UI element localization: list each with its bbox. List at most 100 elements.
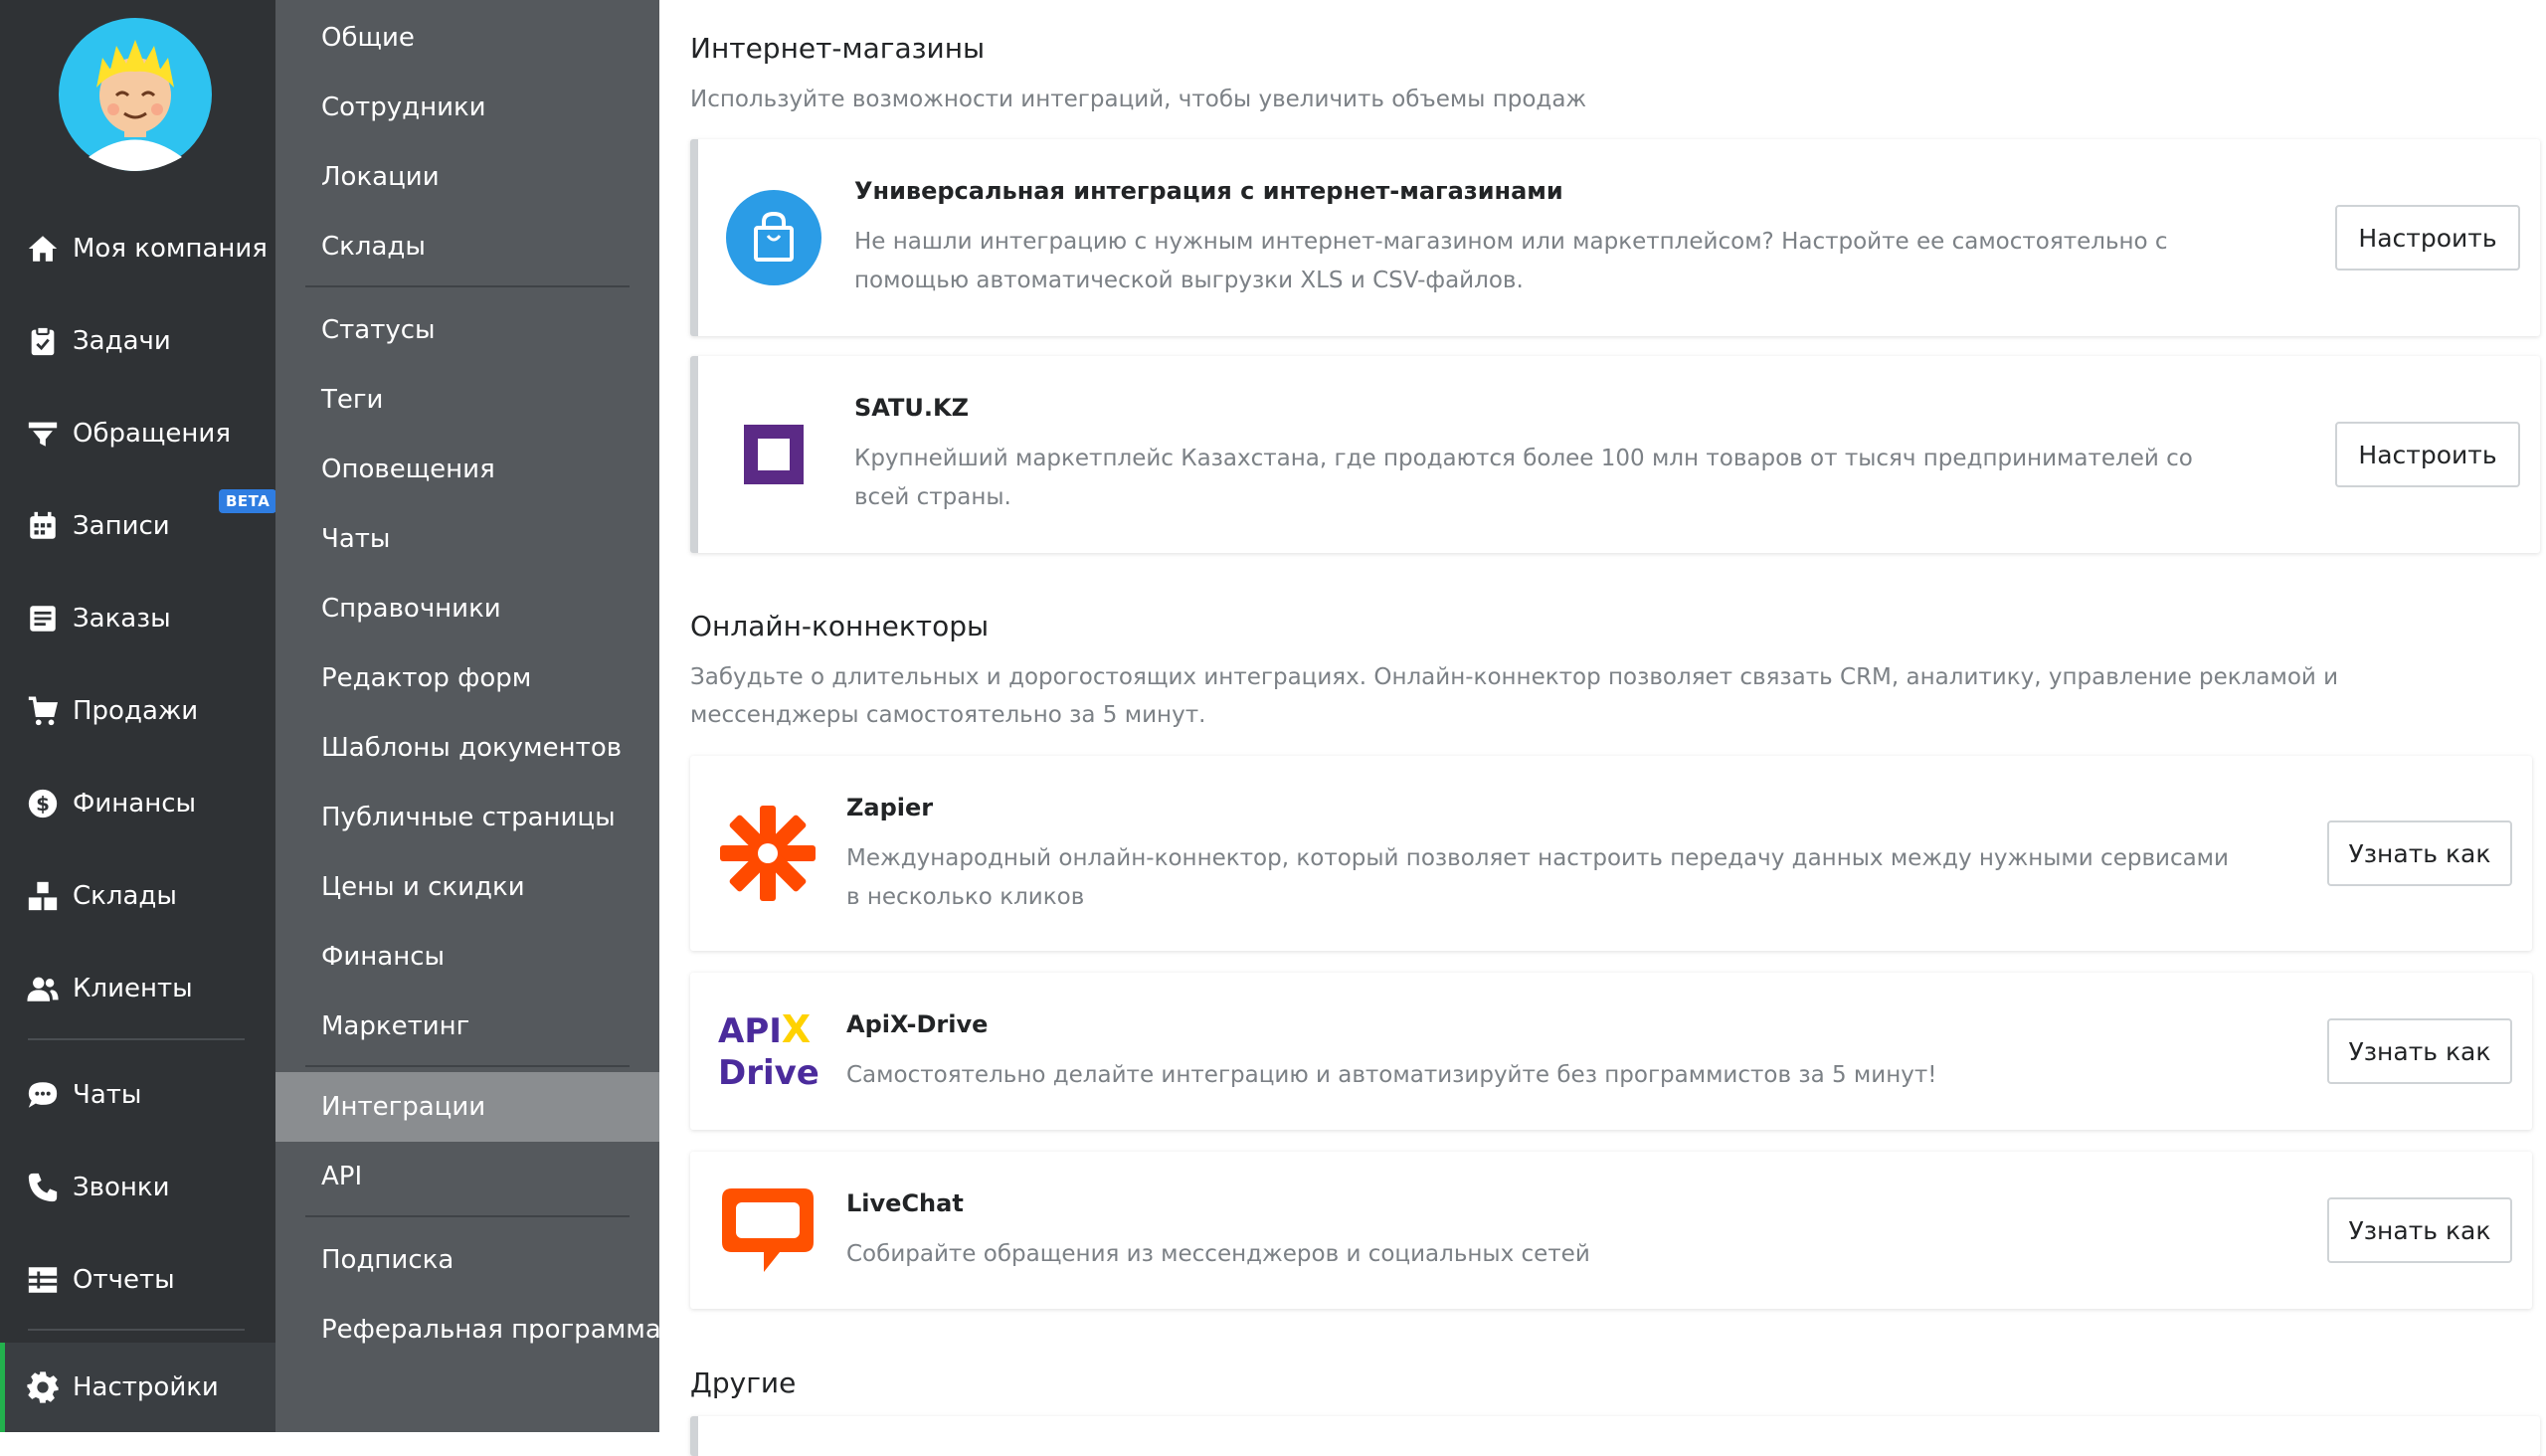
settings-item-label: Финансы <box>321 942 446 972</box>
nav-item-warehouses[interactable]: Склады <box>0 860 275 932</box>
settings-item-label: Публичные страницы <box>321 803 616 832</box>
settings-item-chats[interactable]: Чаты <box>275 504 659 574</box>
users-icon <box>27 977 59 1001</box>
cart-icon <box>28 696 59 726</box>
configure-button[interactable]: Настроить <box>2335 422 2520 487</box>
dollar-icon: $ <box>28 789 58 819</box>
settings-item-general[interactable]: Общие <box>275 3 659 73</box>
settings-item-statuses[interactable]: Статусы <box>275 295 659 365</box>
settings-item-referral[interactable]: Реферальная программа <box>275 1295 661 1365</box>
settings-item-locations[interactable]: Локации <box>275 142 659 212</box>
settings-item-notifications[interactable]: Оповещения <box>275 435 659 504</box>
learn-how-button[interactable]: Узнать как <box>2327 820 2512 886</box>
settings-divider <box>305 1215 630 1217</box>
nav-label: Продажи <box>73 696 199 726</box>
settings-item-warehouses[interactable]: Склады <box>275 212 659 281</box>
settings-item-label: Шаблоны документов <box>321 733 623 763</box>
boxes-icon <box>28 881 58 911</box>
nav-item-tasks[interactable]: Задачи <box>0 305 275 377</box>
orders-icon <box>30 606 56 632</box>
integration-card-zapier: Zapier Международный онлайн-коннектор, к… <box>690 756 2532 951</box>
avatar[interactable] <box>59 18 212 171</box>
nav-item-reports[interactable]: Отчеты <box>0 1244 275 1316</box>
settings-item-label: Цены и скидки <box>321 872 525 902</box>
nav-item-sales[interactable]: Продажи <box>0 675 275 747</box>
livechat-logo-icon <box>722 1188 814 1272</box>
nav-label: Отчеты <box>73 1265 175 1295</box>
nav-label: Чаты <box>73 1080 142 1110</box>
apix-drive-logo: APIX Drive <box>718 1007 819 1093</box>
nav-label: Клиенты <box>73 974 193 1003</box>
settings-item-public-pages[interactable]: Публичные страницы <box>275 783 659 852</box>
calendar-icon <box>30 511 56 539</box>
nav-item-clients[interactable]: Клиенты <box>0 953 275 1024</box>
settings-item-label: Локации <box>321 162 440 192</box>
settings-item-doc-templates[interactable]: Шаблоны документов <box>275 713 659 783</box>
integrations-content: Интернет-магазины Используйте возможност… <box>659 0 2546 1456</box>
settings-item-label: Подписка <box>321 1245 455 1275</box>
gear-icon <box>27 1371 59 1403</box>
nav-item-finance[interactable]: $ Финансы <box>0 768 275 839</box>
settings-item-label: Теги <box>321 385 384 415</box>
section-desc-connectors: Забудьте о длительных и дорогостоящих ин… <box>690 664 2339 728</box>
nav-item-calls[interactable]: Звонки <box>0 1152 275 1223</box>
integration-desc: Не нашли интеграцию с нужным интернет-ма… <box>854 229 2168 293</box>
integration-desc: Международный онлайн-коннектор, который … <box>846 845 2229 910</box>
learn-how-button[interactable]: Узнать как <box>2327 1018 2512 1084</box>
section-title-connectors: Онлайн-коннекторы <box>690 610 990 642</box>
satu-logo-icon <box>744 425 804 484</box>
settings-item-finance[interactable]: Финансы <box>275 922 659 992</box>
nav-item-company[interactable]: Моя компания <box>0 213 275 284</box>
settings-item-label: Сотрудники <box>321 92 486 122</box>
settings-item-label: Справочники <box>321 594 501 624</box>
section-title-other: Другие <box>690 1366 797 1399</box>
shopping-bag-icon <box>726 190 821 285</box>
integration-title: SATU.KZ <box>854 394 969 422</box>
settings-item-prices[interactable]: Цены и скидки <box>275 852 659 922</box>
settings-item-label: Статусы <box>321 315 436 345</box>
integration-card-universal: Универсальная интеграция с интернет-мага… <box>690 139 2540 336</box>
nav-label: Задачи <box>73 326 171 356</box>
integration-title: Универсальная интеграция с интернет-мага… <box>854 177 1563 205</box>
nav-label: Записи <box>73 511 170 541</box>
learn-how-button[interactable]: Узнать как <box>2327 1197 2512 1263</box>
settings-item-label: Чаты <box>321 524 391 554</box>
nav-label: Обращения <box>73 419 231 449</box>
integration-title: ApiX-Drive <box>846 1010 989 1038</box>
settings-item-api[interactable]: API <box>275 1142 659 1211</box>
settings-item-form-editor[interactable]: Редактор форм <box>275 643 659 713</box>
report-icon <box>28 1267 58 1293</box>
chat-icon <box>28 1082 58 1108</box>
configure-button[interactable]: Настроить <box>2335 205 2520 271</box>
settings-item-subscription[interactable]: Подписка <box>275 1225 659 1295</box>
main-nav: Моя компания Задачи Обращения Записи BET… <box>0 0 277 1432</box>
settings-item-label: Интеграции <box>321 1092 486 1122</box>
settings-item-label: Оповещения <box>321 455 495 484</box>
settings-item-label: Маркетинг <box>321 1011 470 1041</box>
settings-item-tags[interactable]: Теги <box>275 365 659 435</box>
integration-card-apix-drive: APIX Drive ApiX-Drive Самостоятельно дел… <box>690 973 2532 1130</box>
nav-item-requests[interactable]: Обращения <box>0 398 275 469</box>
settings-divider <box>305 1065 630 1067</box>
nav-label: Звонки <box>73 1173 170 1202</box>
settings-item-label: Общие <box>321 23 415 53</box>
settings-item-label: Редактор форм <box>321 663 532 693</box>
integration-card-livechat: LiveChat Собирайте обращения из мессендж… <box>690 1152 2532 1309</box>
section-title-shops: Интернет-магазины <box>690 32 986 65</box>
svg-text:$: $ <box>36 793 50 816</box>
nav-item-orders[interactable]: Заказы <box>0 583 275 654</box>
nav-item-chats[interactable]: Чаты <box>0 1059 275 1131</box>
zapier-logo-icon <box>720 806 816 901</box>
nav-divider <box>28 1329 245 1331</box>
phone-icon <box>28 1173 58 1202</box>
nav-label: Финансы <box>73 789 197 819</box>
funnel-icon <box>28 422 58 447</box>
nav-label: Моя компания <box>73 234 268 264</box>
settings-item-integrations[interactable]: Интеграции <box>275 1072 659 1142</box>
nav-item-settings[interactable]: Настройки <box>0 1343 275 1432</box>
integration-card-satu: SATU.KZ Крупнейший маркетплейс Казахстан… <box>690 356 2540 553</box>
settings-item-employees[interactable]: Сотрудники <box>275 73 659 142</box>
integration-desc: Самостоятельно делайте интеграцию и авто… <box>846 1062 1937 1088</box>
settings-item-marketing[interactable]: Маркетинг <box>275 992 659 1061</box>
settings-item-directories[interactable]: Справочники <box>275 574 659 643</box>
